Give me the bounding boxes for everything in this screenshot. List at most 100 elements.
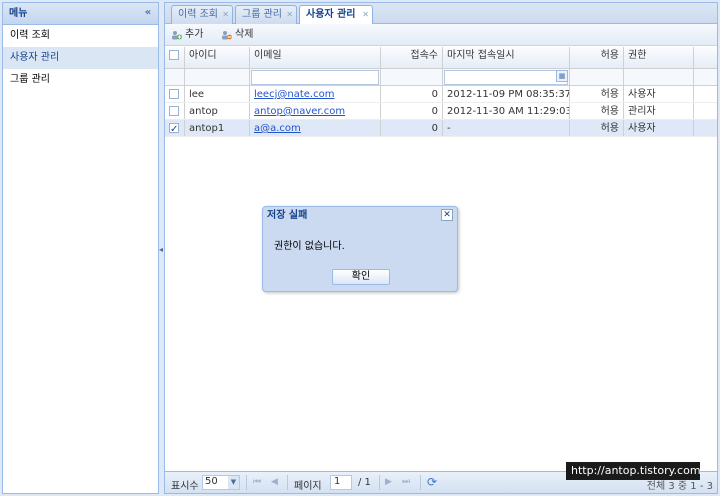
chevron-down-icon[interactable]: ▼ bbox=[228, 476, 239, 489]
cell-email: antop@naver.com bbox=[250, 103, 381, 119]
table-row[interactable]: lee leecj@nate.com 0 2012-11-09 PM 08:35… bbox=[165, 86, 717, 103]
dialog-body: 권한이 없습니다. 확인 bbox=[264, 225, 456, 290]
filter-row: ▦ bbox=[165, 69, 717, 86]
menu-panel-title: 메뉴 bbox=[9, 8, 28, 19]
cell-email: a@a.com bbox=[250, 120, 381, 136]
menu-panel-header: 메뉴 « bbox=[3, 3, 158, 25]
delete-button[interactable]: 삭제 bbox=[221, 28, 253, 42]
toolbar: 추가 삭제 bbox=[165, 24, 717, 46]
cell-count: 0 bbox=[381, 86, 443, 102]
sidebar-item-label: 그룹 관리 bbox=[10, 74, 50, 85]
filter-cell bbox=[570, 69, 624, 85]
ok-button[interactable]: 확인 bbox=[332, 269, 390, 285]
column-label: 접속수 bbox=[410, 50, 438, 61]
column-header-count[interactable]: 접속수 bbox=[381, 47, 443, 68]
calendar-icon[interactable]: ▦ bbox=[556, 70, 568, 82]
row-checkbox[interactable] bbox=[169, 121, 179, 136]
column-header-id[interactable]: 아이디 bbox=[185, 47, 250, 68]
column-label: 아이디 bbox=[189, 50, 217, 61]
add-button[interactable]: 추가 bbox=[171, 28, 203, 42]
user-grid: 아이디 이메일 접속수 마지막 접속일시 허용 권한 ▦ lee leecj@n… bbox=[165, 47, 717, 137]
prev-page-icon[interactable]: ◀ bbox=[271, 477, 278, 487]
collapse-left-icon[interactable]: « bbox=[142, 7, 154, 19]
tab-label: 그룹 관리 bbox=[242, 9, 282, 20]
page-number-input[interactable]: 1 bbox=[330, 475, 352, 490]
refresh-icon[interactable]: ⟳ bbox=[427, 475, 437, 489]
separator bbox=[420, 475, 421, 490]
sidebar-item-group-management[interactable]: 그룹 관리 bbox=[3, 69, 158, 91]
column-header-role[interactable]: 권한 bbox=[624, 47, 694, 68]
cell-allowed: 허용 bbox=[570, 86, 624, 102]
column-label: 마지막 접속일시 bbox=[447, 50, 515, 61]
cell-last-access: 2012-11-30 AM 11:29:03 bbox=[443, 103, 570, 119]
tab-group-management[interactable]: 그룹 관리 ✕ bbox=[235, 5, 297, 24]
select-all-checkbox[interactable] bbox=[169, 50, 179, 60]
separator bbox=[287, 475, 288, 490]
column-header-last-access[interactable]: 마지막 접속일시 bbox=[443, 47, 570, 68]
email-link[interactable]: antop@naver.com bbox=[254, 106, 345, 117]
cell-last-access: 2012-11-09 PM 08:35:37 bbox=[443, 86, 570, 102]
cell-count: 0 bbox=[381, 103, 443, 119]
tab-close-icon[interactable]: ✕ bbox=[362, 6, 369, 23]
table-row[interactable]: antop1 a@a.com 0 - 허용 사용자 bbox=[165, 120, 717, 137]
row-check-cell bbox=[165, 120, 185, 136]
filter-date-input[interactable] bbox=[444, 70, 568, 85]
tab-close-icon[interactable]: ✕ bbox=[286, 6, 293, 23]
filter-cell bbox=[381, 69, 443, 85]
page-number-value: 1 bbox=[334, 476, 341, 487]
delete-button-label: 삭제 bbox=[235, 29, 254, 40]
row-checkbox[interactable] bbox=[169, 106, 179, 116]
page-total: / 1 bbox=[358, 477, 371, 488]
last-page-icon[interactable]: ⏭ bbox=[402, 477, 410, 487]
watermark: http://antop.tistory.com bbox=[566, 462, 701, 480]
page-label: 페이지 bbox=[294, 481, 322, 492]
column-label: 이메일 bbox=[254, 50, 282, 61]
cell-role: 관리자 bbox=[624, 103, 694, 119]
page-size-label: 표시수 bbox=[171, 481, 199, 492]
column-label: 허용 bbox=[600, 50, 619, 61]
tab-user-management[interactable]: 사용자 관리 ✕ bbox=[299, 5, 373, 25]
splitter-arrow-icon[interactable]: ◂ bbox=[159, 245, 163, 254]
cell-id: lee bbox=[185, 86, 250, 102]
separator bbox=[379, 475, 380, 490]
row-check-cell bbox=[165, 103, 185, 119]
tab-history[interactable]: 이력 조회 ✕ bbox=[171, 5, 233, 24]
column-label: 권한 bbox=[628, 50, 647, 61]
tab-label: 사용자 관리 bbox=[306, 9, 356, 20]
page-size-value: 50 bbox=[205, 476, 218, 487]
tab-close-icon[interactable]: ✕ bbox=[222, 6, 229, 23]
cell-last-access: - bbox=[443, 120, 570, 136]
delete-user-icon bbox=[222, 31, 232, 40]
add-button-label: 추가 bbox=[185, 29, 204, 40]
cell-id: antop bbox=[185, 103, 250, 119]
error-dialog: 저장 실패 ✕ 권한이 없습니다. 확인 bbox=[262, 206, 458, 292]
cell-id: antop1 bbox=[185, 120, 250, 136]
filter-cell bbox=[165, 69, 185, 85]
separator bbox=[246, 475, 247, 490]
cell-email: leecj@nate.com bbox=[250, 86, 381, 102]
column-header-email[interactable]: 이메일 bbox=[250, 47, 381, 68]
tab-bar: 이력 조회 ✕ 그룹 관리 ✕ 사용자 관리 ✕ bbox=[165, 3, 717, 25]
email-link[interactable]: leecj@nate.com bbox=[254, 89, 334, 100]
email-link[interactable]: a@a.com bbox=[254, 123, 301, 134]
tab-label: 이력 조회 bbox=[178, 9, 218, 20]
dialog-header: 저장 실패 ✕ bbox=[263, 207, 457, 225]
filter-email-cell bbox=[250, 69, 381, 85]
table-row[interactable]: antop antop@naver.com 0 2012-11-30 AM 11… bbox=[165, 103, 717, 120]
menu-panel: 메뉴 « 이력 조회 사용자 관리 그룹 관리 bbox=[2, 2, 159, 494]
sidebar-item-history[interactable]: 이력 조회 bbox=[3, 25, 158, 47]
column-header-allowed[interactable]: 허용 bbox=[570, 47, 624, 68]
cell-count: 0 bbox=[381, 120, 443, 136]
row-checkbox[interactable] bbox=[169, 89, 179, 99]
filter-email-input[interactable] bbox=[251, 70, 379, 85]
sidebar-item-user-management[interactable]: 사용자 관리 bbox=[3, 47, 158, 69]
first-page-icon[interactable]: ⏮ bbox=[253, 477, 261, 487]
next-page-icon[interactable]: ▶ bbox=[385, 477, 392, 487]
page-size-select[interactable]: 50 ▼ bbox=[202, 475, 240, 490]
cell-role: 사용자 bbox=[624, 120, 694, 136]
sidebar-item-label: 사용자 관리 bbox=[10, 52, 60, 63]
add-user-icon bbox=[172, 31, 182, 40]
close-icon[interactable]: ✕ bbox=[441, 209, 453, 221]
filter-last-access-cell: ▦ bbox=[443, 69, 570, 85]
sidebar-item-label: 이력 조회 bbox=[10, 30, 50, 41]
